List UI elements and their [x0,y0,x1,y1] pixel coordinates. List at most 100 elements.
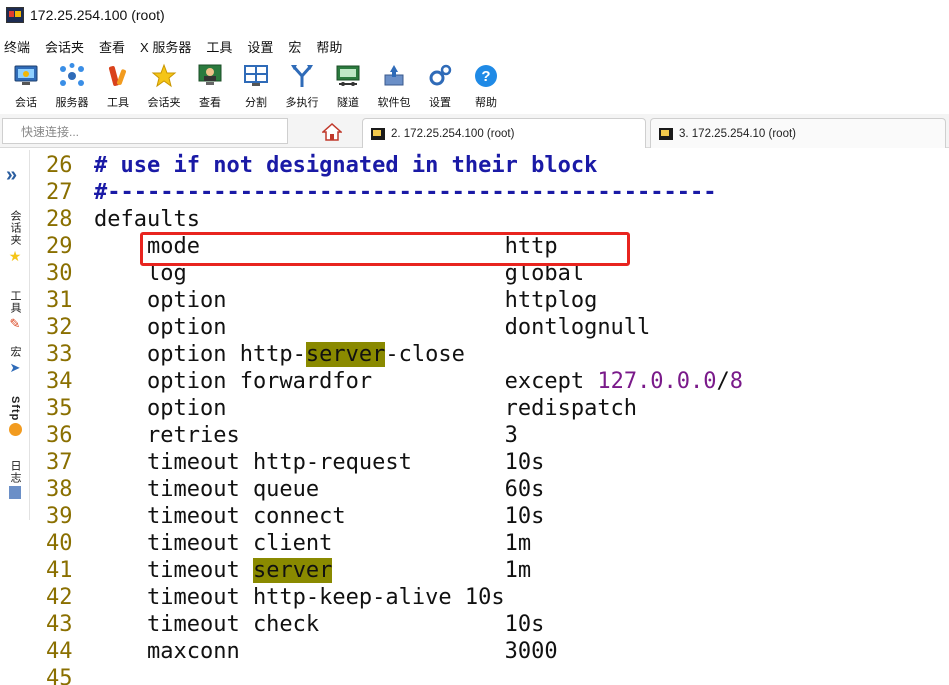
sidebar-item-tools[interactable]: 工具 ✎ [5,290,25,332]
code-token: option http- [94,342,306,367]
code-text: timeout http-keep-alive 10s [94,584,505,611]
code-line: 39 timeout connect 10s [34,503,949,530]
menu-help[interactable]: 帮助 [316,37,342,56]
menu-terminal[interactable]: 终端 [4,37,30,56]
toolbar-split-button[interactable]: 分割 [234,60,278,112]
toolbar-sessions-folder-button[interactable]: 会话夹 [142,60,186,112]
sidebar-item-macros[interactable]: 宏 ➤ [5,346,25,376]
line-number: 38 [46,477,73,502]
highlight-box-mode-line [140,232,630,266]
code-line: 26 # use if not designated in their block [34,152,949,179]
code-text: option dontlognull [94,314,650,341]
code-line: 40 timeout client 1m [34,530,949,557]
toolbar-help-button[interactable]: ? 帮助 [464,60,508,112]
line-number: 35 [46,396,73,421]
code-line: 33 option http-server-close [34,341,949,368]
toolbar-servers-button[interactable]: 服务器 [50,60,94,112]
line-number: 40 [46,531,73,556]
star-icon [150,62,178,90]
code-token: maxconn 3000 [94,639,558,664]
toolbar-tools-button[interactable]: 工具 [96,60,140,112]
code-line: 31 option httplog [34,287,949,314]
tab-session-3[interactable]: 3. 172.25.254.10 (root) [650,118,946,148]
line-number: 43 [46,612,73,637]
code-token: option dontlognull [94,315,651,340]
toolbar-view-button[interactable]: 查看 [188,60,232,112]
code-text: timeout queue 60s [94,476,544,503]
code-text: option redispatch [94,395,637,422]
code-token: 127.0.0.0 [597,369,717,394]
quick-connect-input[interactable]: 快速连接... [2,118,288,144]
code-text: option httplog [94,287,597,314]
toolbar: 会话 服务器 工具 会话夹 查看 分割 多执行 隧道 软件包 设置 ? 帮助 [0,60,949,112]
code-token: timeout check 10s [94,612,545,637]
line-number: 30 [46,261,73,286]
code-text: timeout server 1m [94,557,531,584]
code-text: maxconn 3000 [94,638,558,665]
code-token: retries [94,423,505,448]
code-line: 38 timeout queue 60s [34,476,949,503]
line-number: 28 [46,207,73,232]
code-token: 1m [332,558,532,583]
menu-sessions[interactable]: 会话夹 [45,37,84,56]
code-token: timeout [94,558,253,583]
expand-sidebar-icon[interactable]: » [6,164,17,187]
sidebar-item-sftp[interactable]: Sftp [5,396,25,437]
code-line: 45 [34,665,949,685]
menu-bar: 终端 会话夹 查看 X 服务器 工具 设置 宏 帮助 [0,34,949,58]
code-text: defaults [94,206,200,233]
line-number: 32 [46,315,73,340]
code-line: 34 option forwardfor except 127.0.0.0/8 [34,368,949,395]
sidebar-item-sessions[interactable]: 会话夹 ★ [5,210,25,265]
svg-text:?: ? [481,68,490,85]
toolbar-multi-exec-button[interactable]: 多执行 [280,60,324,112]
code-token: timeout http-request 10s [94,450,545,475]
home-tab[interactable] [308,118,356,148]
menu-settings[interactable]: 设置 [247,37,273,56]
view-icon [196,62,224,90]
toolbar-packages-button[interactable]: 软件包 [372,60,416,112]
line-number: 36 [46,423,73,448]
session-monitor-icon [12,62,40,90]
code-text: #---------------------------------------… [94,179,717,206]
line-number: 37 [46,450,73,475]
code-token: timeout connect 10s [94,504,545,529]
code-token: 8 [729,369,744,394]
line-number: 26 [46,153,73,178]
home-icon [321,122,343,144]
tunnel-icon [334,62,362,90]
menu-macros[interactable]: 宏 [288,37,301,56]
code-token: #---------------------------------------… [94,180,717,205]
title-bar: 172.25.254.100 (root) [0,0,949,30]
help-icon: ? [472,62,500,90]
menu-view[interactable]: 查看 [99,37,125,56]
star-icon: ★ [8,248,22,264]
code-token: option forwardfor except [94,369,598,394]
toolbar-settings-button[interactable]: 设置 [418,60,462,112]
line-number: 42 [46,585,73,610]
code-token: -close [385,342,465,367]
macro-icon: ➤ [9,360,21,375]
line-number: 34 [46,369,73,394]
line-number: 45 [46,666,73,685]
toolbar-session-button[interactable]: 会话 [4,60,48,112]
code-text: timeout http-request 10s [94,449,544,476]
code-line: 36 retries 3 [34,422,949,449]
multi-exec-icon [288,62,316,90]
toolbar-tunnel-button[interactable]: 隧道 [326,60,370,112]
code-line: 27 #-------------------------------------… [34,179,949,206]
code-text: option forwardfor except 127.0.0.0/8 [94,368,743,395]
tab-session-2[interactable]: 2. 172.25.254.100 (root) [362,118,646,148]
code-text: timeout check 10s [94,611,544,638]
sidebar-item-log[interactable]: 日志 [5,460,25,499]
line-number: 39 [46,504,73,529]
menu-tools[interactable]: 工具 [206,37,232,56]
code-token: timeout http-keep-alive 10s [94,585,505,610]
menu-x-server[interactable]: X 服务器 [140,37,191,56]
tools-icon: ✎ [9,316,21,331]
tools-icon [104,62,132,90]
packages-icon [380,62,408,90]
code-text: timeout client 1m [94,530,531,557]
code-token: / [716,369,730,394]
line-number: 31 [46,288,73,313]
